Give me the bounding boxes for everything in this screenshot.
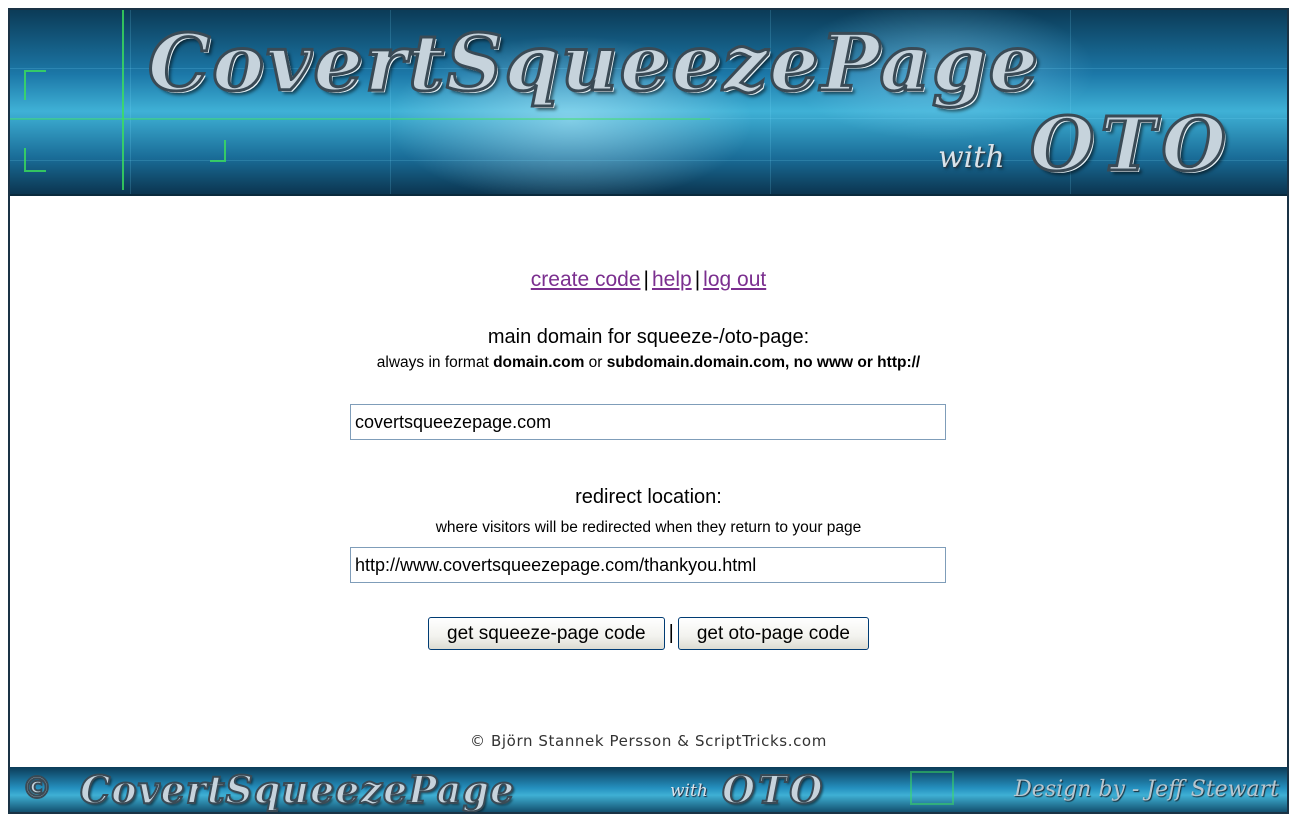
help-link[interactable]: help bbox=[652, 268, 692, 291]
button-separator: | bbox=[668, 622, 674, 644]
domain-hint-example2: subdomain.domain.com bbox=[606, 354, 786, 371]
redirect-input[interactable] bbox=[350, 547, 946, 583]
header-with-text: with bbox=[938, 140, 1005, 175]
nav-separator: | bbox=[694, 268, 701, 291]
get-squeeze-page-code-button[interactable]: get squeeze-page code bbox=[428, 617, 665, 650]
get-oto-page-code-button[interactable]: get oto-page code bbox=[677, 617, 869, 650]
header-oto-logo: OTO bbox=[1029, 101, 1232, 190]
domain-hint-or: or bbox=[584, 354, 607, 371]
button-row: get squeeze-page code | get oto-page code bbox=[10, 617, 1287, 650]
footer-banner: © CovertSqueezePage with OTO Design by -… bbox=[10, 766, 1287, 812]
domain-hint-prefix: always in format bbox=[376, 354, 494, 371]
nav-separator: | bbox=[643, 268, 649, 291]
footer-copyright-symbol: © bbox=[21, 770, 53, 807]
page-frame: CovertSqueezePage with OTO create code | h… bbox=[8, 8, 1289, 814]
copyright-text: © Björn Stannek Persson & ScriptTricks.c… bbox=[470, 732, 827, 750]
footer-with-text: with bbox=[670, 781, 708, 801]
domain-hint-example1: domain.com bbox=[493, 354, 585, 371]
footer-logo: CovertSqueezePage bbox=[79, 766, 516, 812]
domain-hint: always in format domain.com or subdomain… bbox=[10, 354, 1287, 372]
nav-links: create code | help | log out bbox=[10, 268, 1287, 292]
log-out-link[interactable]: log out bbox=[703, 268, 766, 291]
redirect-label: redirect location: bbox=[575, 486, 722, 508]
create-code-link[interactable]: create code bbox=[531, 268, 641, 291]
domain-hint-suffix: , no www or http:// bbox=[785, 354, 921, 371]
domain-input[interactable] bbox=[350, 404, 946, 440]
header-banner: CovertSqueezePage with OTO bbox=[10, 10, 1287, 196]
redirect-hint: where visitors will be redirected when t… bbox=[435, 519, 862, 536]
footer-oto-logo: OTO bbox=[721, 766, 826, 812]
domain-label: main domain for squeeze-/oto-page: bbox=[487, 326, 810, 348]
footer-design-credit: Design by - Jeff Stewart bbox=[1014, 777, 1279, 802]
header-logo: CovertSqueezePage bbox=[146, 17, 1041, 111]
